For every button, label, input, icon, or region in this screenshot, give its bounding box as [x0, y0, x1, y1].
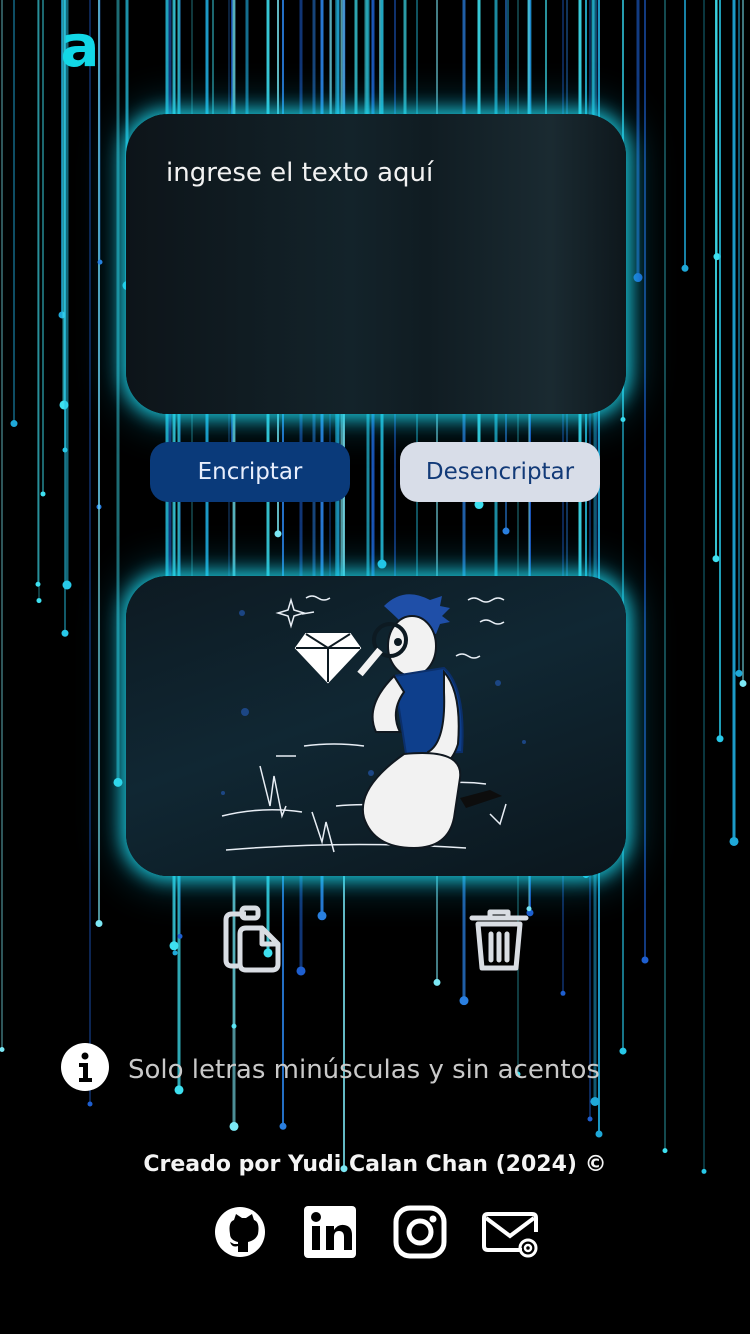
searching-person-illustration	[221, 594, 526, 853]
rain-drop	[113, 777, 123, 787]
rain-drop	[433, 978, 441, 986]
rain-drop	[169, 941, 179, 951]
rain-drop	[377, 559, 387, 569]
rain-drop	[95, 919, 103, 927]
rain-drop	[10, 420, 18, 428]
app-logo: a	[60, 14, 99, 74]
encrypt-button[interactable]: Encriptar	[150, 442, 350, 502]
mail-icon[interactable]	[482, 1204, 538, 1260]
rain-drop	[739, 679, 747, 687]
rain-drop	[177, 933, 183, 939]
clipboard-copy-icon[interactable]	[214, 902, 286, 974]
rain-drop	[62, 580, 72, 590]
rain-drop	[317, 911, 327, 921]
decrypt-button[interactable]: Desencriptar	[400, 442, 600, 502]
rain-drop	[40, 491, 46, 497]
rain-drop	[274, 530, 282, 538]
github-icon[interactable]	[212, 1204, 268, 1260]
rain-drop	[174, 1085, 184, 1095]
rain-drop	[502, 527, 510, 535]
rain-drop	[296, 966, 306, 976]
info-icon	[61, 1043, 109, 1091]
rain-drop	[36, 598, 42, 604]
rain-drop	[620, 416, 626, 422]
rain-drop	[587, 1116, 593, 1122]
text-input[interactable]	[166, 154, 586, 384]
rain-drop	[712, 555, 720, 563]
logo-glyph: a	[60, 14, 99, 74]
credit-text: Creado por Yudi Calan Chan (2024) ©	[143, 1152, 607, 1177]
rain-drop	[735, 669, 743, 677]
rain-drop	[595, 1130, 603, 1138]
input-card	[126, 114, 626, 414]
rain-drop	[560, 990, 566, 996]
rain-drop	[633, 273, 643, 283]
instagram-icon[interactable]	[392, 1204, 448, 1260]
rain-drop	[619, 1047, 627, 1055]
rain-drop	[716, 735, 724, 743]
rain-drop	[229, 1121, 239, 1131]
trash-icon[interactable]	[466, 906, 532, 974]
rain-drop	[87, 1101, 93, 1107]
rain-drop	[641, 956, 649, 964]
linkedin-icon[interactable]	[302, 1204, 358, 1260]
rain-drop	[0, 1047, 5, 1053]
rain-drop	[172, 950, 178, 956]
rain-drop	[97, 259, 103, 265]
rain-drop	[459, 996, 469, 1006]
rain-drop	[279, 1122, 287, 1130]
info-text: Solo letras minúsculas y sin acentos	[128, 1055, 600, 1085]
rain-drop	[61, 629, 69, 637]
rain-drop	[681, 264, 689, 272]
rain-drop	[729, 836, 739, 846]
rain-drop	[35, 581, 41, 587]
output-card	[126, 576, 626, 876]
